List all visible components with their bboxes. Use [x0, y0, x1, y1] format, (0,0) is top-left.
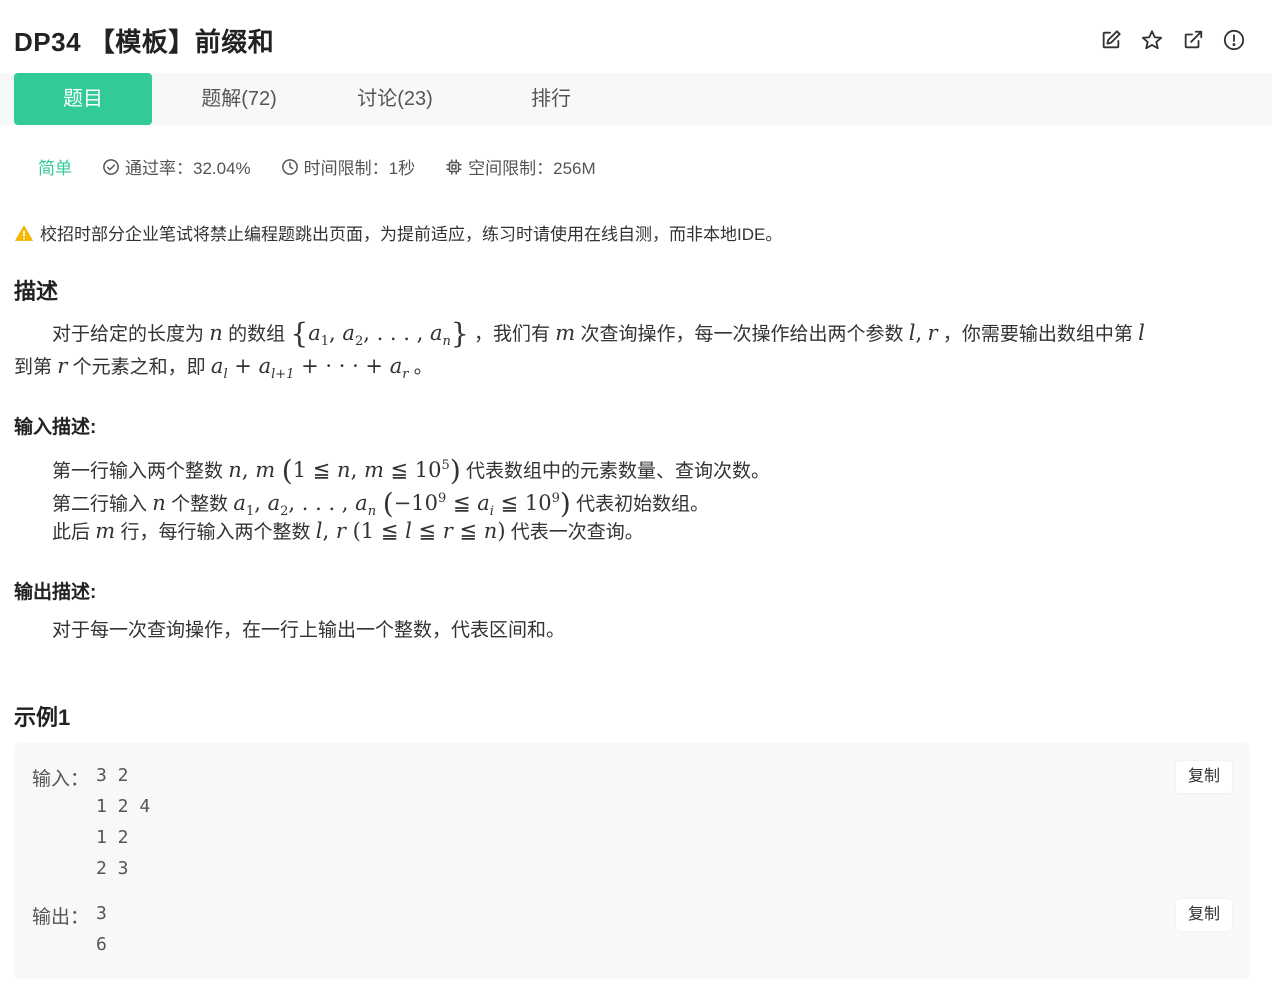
description-line-2: 到第 r 个元素之和，即 al + al+1 + · · · + ar 。: [14, 354, 433, 383]
check-circle-icon: [103, 158, 119, 175]
tab-solutions[interactable]: 题解(72): [180, 73, 298, 125]
copy-input-button[interactable]: 复制: [1176, 761, 1232, 793]
sample-input: 3 2 1 2 4 1 2 2 3: [96, 760, 150, 884]
header-actions: [1099, 28, 1246, 52]
sample-output-label: 输出：: [32, 907, 90, 928]
problem-header: DP34 【模板】前缀和: [0, 0, 1272, 73]
sample-input-line: 3 2: [96, 765, 129, 786]
problem-meta: 简单 通过率：32.04% 时间限制：1秒 空间限制：256M: [38, 154, 626, 179]
sample-output: 3 6: [96, 898, 107, 960]
alert-circle-icon[interactable]: [1222, 28, 1246, 52]
pass-rate-text: 通过率：32.04%: [125, 159, 251, 178]
clock-icon: [281, 158, 298, 175]
tab-problem[interactable]: 题目: [14, 73, 152, 125]
difficulty-badge: 简单: [38, 159, 72, 178]
pass-rate: 通过率：32.04%: [102, 154, 251, 179]
tab-bar: 题目 题解(72) 讨论(23) 排行: [0, 73, 1272, 126]
output-text: 对于每一次查询操作，在一行上输出一个整数，代表区间和。: [52, 620, 566, 641]
copy-output-button[interactable]: 复制: [1176, 899, 1232, 931]
memory-limit: 空间限制：256M: [445, 154, 596, 179]
output-heading: 输出描述:: [14, 582, 97, 603]
page-title: DP34 【模板】前缀和: [14, 27, 275, 57]
warning-icon: [14, 224, 34, 241]
sample-input-label: 输入：: [32, 769, 90, 790]
sample-input-line: 2 3: [96, 858, 129, 879]
external-link-icon[interactable]: [1181, 28, 1205, 52]
input-line-3: 此后 m 行，每行输入两个整数 l, r (1 ≦ l ≦ r ≦ n) 代表一…: [52, 519, 644, 543]
sample-input-line: 1 2: [96, 827, 129, 848]
tab-ranking[interactable]: 排行: [492, 73, 610, 125]
warning-text: 校招时部分企业笔试将禁止编程题跳出页面，为提前适应，练习时请使用在线自测，而非本…: [40, 225, 783, 244]
sample-output-line: 3: [96, 903, 107, 924]
time-limit-text: 时间限制：1秒: [303, 159, 416, 178]
sample-box: 输入： 3 2 1 2 4 1 2 2 3 复制 输出： 3 6 复制: [14, 743, 1250, 979]
time-limit: 时间限制：1秒: [281, 154, 415, 179]
description-heading: 描述: [14, 279, 59, 304]
tab-discussion[interactable]: 讨论(23): [336, 73, 454, 125]
chip-icon: [446, 159, 462, 174]
sample-output-line: 6: [96, 934, 107, 955]
input-heading: 输入描述:: [14, 417, 97, 438]
memory-limit-text: 空间限制：256M: [468, 159, 596, 178]
star-icon[interactable]: [1140, 28, 1164, 52]
warning-notice: 校招时部分企业笔试将禁止编程题跳出页面，为提前适应，练习时请使用在线自测，而非本…: [14, 220, 782, 245]
sample-heading: 示例1: [14, 705, 71, 730]
sample-input-line: 1 2 4: [96, 796, 151, 817]
edit-icon[interactable]: [1099, 28, 1123, 52]
